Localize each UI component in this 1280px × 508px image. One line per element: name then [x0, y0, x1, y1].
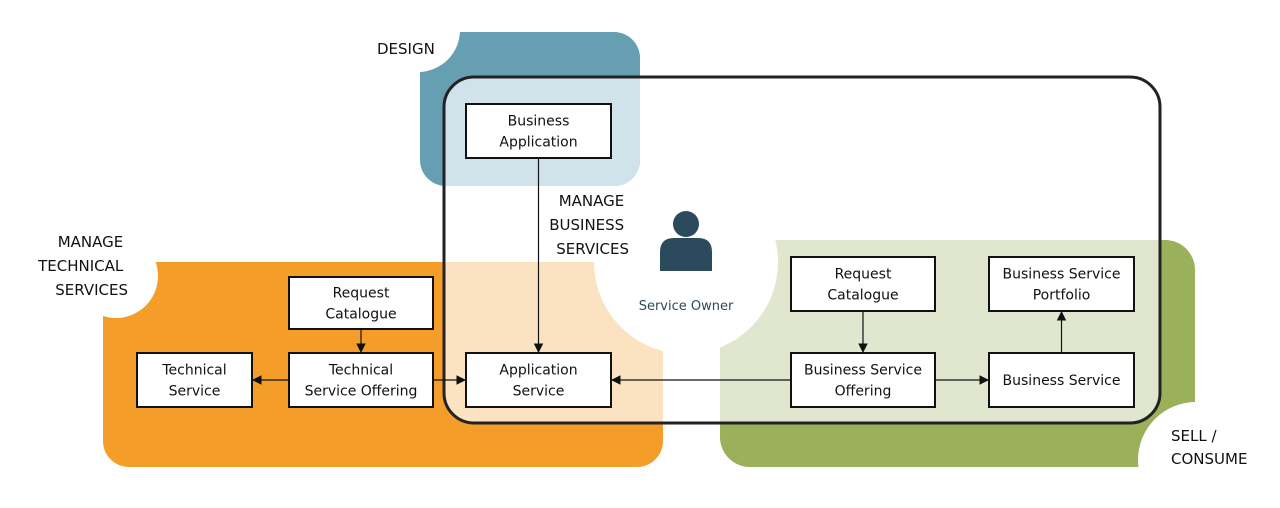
- node-technical-service-offering[interactable]: Technical Service Offering: [288, 352, 434, 408]
- node-business-service-portfolio[interactable]: Business Service Portfolio: [988, 256, 1135, 312]
- design-label: DESIGN: [377, 40, 435, 58]
- node-business-service[interactable]: Business Service: [988, 352, 1135, 408]
- node-business-service-offering[interactable]: Business Service Offering: [790, 352, 936, 408]
- node-request-catalogue-biz[interactable]: Request Catalogue: [790, 256, 936, 312]
- node-label: Business Service: [1003, 373, 1121, 389]
- node-business-application[interactable]: Business Application: [465, 103, 612, 159]
- technical-label: MANAGE TECHNICAL SERVICES: [37, 233, 128, 299]
- service-owner-label: Service Owner: [639, 299, 734, 314]
- node-technical-service[interactable]: Technical Service: [136, 352, 253, 408]
- service-model-diagram: DESIGN MANAGE TECHNICAL SERVICES MANAGE …: [37, 0, 1254, 508]
- node-request-catalogue-tech[interactable]: Request Catalogue: [288, 276, 434, 330]
- business-label: MANAGE BUSINESS SERVICES: [549, 192, 629, 258]
- node-application-service[interactable]: Application Service: [465, 352, 612, 408]
